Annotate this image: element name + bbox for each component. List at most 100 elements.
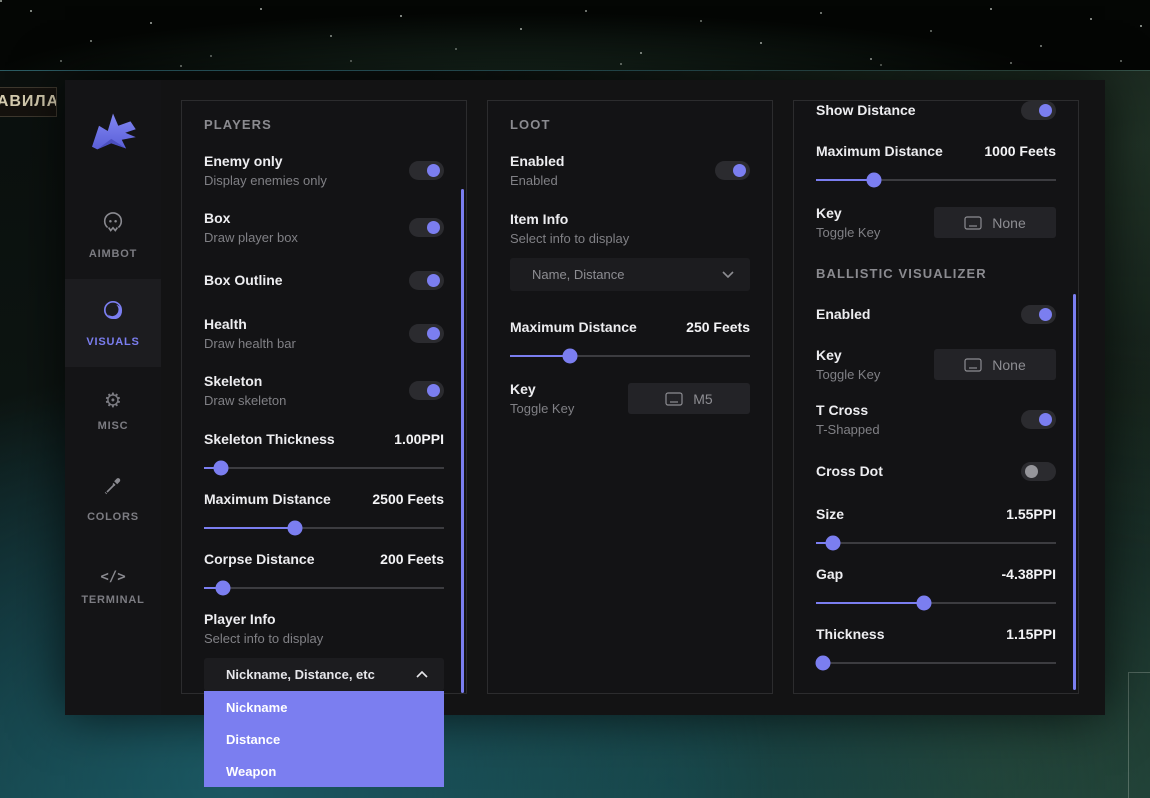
row-sublabel: Toggle Key: [816, 367, 880, 382]
ballistic-section-title: BALLISTIC VISUALIZER: [816, 266, 1056, 281]
row-label: Box: [204, 210, 298, 226]
slider-value: 1.00PPI: [394, 431, 444, 447]
box-toggle[interactable]: [409, 218, 444, 237]
row-label: Skeleton: [204, 373, 286, 389]
distance-max-slider[interactable]: [816, 179, 1056, 181]
ballistic-key-button[interactable]: None: [934, 349, 1056, 380]
box-row: Box Draw player box: [204, 208, 444, 246]
players-card-title: PLAYERS: [204, 117, 444, 132]
box-outline-row: Box Outline: [204, 265, 444, 295]
slider-value: 2500 Feets: [372, 491, 444, 507]
starfield-background: [0, 0, 1150, 70]
loot-enabled-toggle[interactable]: [715, 161, 750, 180]
wolf-logo-icon: [85, 105, 141, 157]
row-sublabel: Select info to display: [204, 631, 444, 646]
sidebar-item-colors[interactable]: COLORS: [65, 455, 161, 543]
keyboard-icon: [964, 216, 982, 230]
aimbot-bot-icon: [101, 210, 125, 239]
size-slider[interactable]: [816, 542, 1056, 544]
dropdown-option-weapon[interactable]: Weapon: [204, 755, 444, 787]
t-cross-toggle[interactable]: [1021, 410, 1056, 429]
skeleton-thickness-slider[interactable]: [204, 467, 444, 469]
slider-thumb[interactable]: [825, 536, 840, 551]
dropdown-option-nickname[interactable]: Nickname: [204, 691, 444, 723]
sidebar-item-label: VISUALS: [86, 336, 139, 348]
loot-card: LOOT Enabled Enabled Item Info Select in…: [487, 100, 773, 694]
ballistic-enabled-row: Enabled: [816, 299, 1056, 329]
ballistic-key-row: Key Toggle Key None: [816, 347, 1056, 382]
corpse-distance-slider[interactable]: [204, 587, 444, 589]
enemy-only-toggle[interactable]: [409, 161, 444, 180]
visualizer-scrollbar[interactable]: [1073, 294, 1076, 690]
key-button-label: None: [992, 215, 1025, 231]
distance-key-row: Key Toggle Key None: [816, 205, 1056, 240]
show-distance-toggle[interactable]: [1021, 101, 1056, 120]
player-info-dropdown: Nickname Distance Weapon: [204, 691, 444, 787]
row-label: Key: [510, 381, 574, 397]
sidebar-item-visuals[interactable]: VISUALS: [65, 279, 161, 367]
sidebar-item-aimbot[interactable]: AIMBOT: [65, 191, 161, 279]
dropdown-option-distance[interactable]: Distance: [204, 723, 444, 755]
health-toggle[interactable]: [409, 324, 444, 343]
player-info-select[interactable]: Nickname, Distance, etc: [204, 658, 444, 691]
toggle-knob: [427, 164, 440, 177]
slider-label: Gap: [816, 566, 843, 582]
loot-max-distance-slider[interactable]: [510, 355, 750, 357]
thickness-slider[interactable]: [816, 662, 1056, 664]
toggle-knob: [427, 274, 440, 287]
row-label: Health: [204, 316, 296, 332]
select-value: Nickname, Distance, etc: [226, 667, 375, 682]
game-hud-label: АВИЛА: [0, 87, 57, 117]
toggle-knob: [427, 221, 440, 234]
slider-thumb[interactable]: [866, 173, 881, 188]
item-info-label-block: Item Info Select info to display: [510, 211, 750, 246]
row-sublabel: Draw player box: [204, 230, 298, 245]
players-scrollbar[interactable]: [461, 189, 464, 693]
slider-thumb[interactable]: [213, 461, 228, 476]
corpse-distance-group: Corpse Distance 200 Feets: [204, 551, 444, 589]
sidebar-item-label: COLORS: [87, 511, 139, 523]
item-info-select[interactable]: Name, Distance: [510, 258, 750, 291]
screen: АВИЛА: [0, 0, 1150, 798]
slider-value: -4.38PPI: [1002, 566, 1056, 582]
gap-slider[interactable]: [816, 602, 1056, 604]
skeleton-toggle[interactable]: [409, 381, 444, 400]
slider-value: 250 Feets: [686, 319, 750, 335]
players-card: PLAYERS Enemy only Display enemies only …: [181, 100, 467, 694]
loot-key-button[interactable]: M5: [628, 383, 750, 414]
player-info-label-block: Player Info Select info to display: [204, 611, 444, 646]
sidebar-item-terminal[interactable]: </> TERMINAL: [65, 543, 161, 631]
thickness-group: Thickness 1.15PPI: [816, 626, 1056, 664]
gap-group: Gap -4.38PPI: [816, 566, 1056, 604]
players-max-distance-group: Maximum Distance 2500 Feets: [204, 491, 444, 529]
colors-eyedropper-icon: [102, 475, 124, 502]
loot-card-title: LOOT: [510, 117, 750, 132]
settings-content: PLAYERS Enemy only Display enemies only …: [161, 80, 1105, 715]
row-label: Key: [816, 347, 880, 363]
size-group: Size 1.55PPI: [816, 506, 1056, 544]
toggle-knob: [733, 164, 746, 177]
loot-key-row: Key Toggle Key M5: [510, 381, 750, 416]
slider-thumb[interactable]: [563, 349, 578, 364]
distance-key-button[interactable]: None: [934, 207, 1056, 238]
ballistic-enabled-toggle[interactable]: [1021, 305, 1056, 324]
t-cross-row: T Cross T-Shapped: [816, 400, 1056, 438]
row-sublabel: Draw skeleton: [204, 393, 286, 408]
slider-label: Maximum Distance: [204, 491, 331, 507]
row-label: Item Info: [510, 211, 750, 227]
key-button-label: None: [992, 357, 1025, 373]
box-outline-toggle[interactable]: [409, 271, 444, 290]
slider-thumb[interactable]: [816, 656, 831, 671]
sidebar: AIMBOT VISUALS ⚙ MISC: [65, 80, 161, 715]
sidebar-item-label: MISC: [98, 420, 129, 432]
key-button-label: M5: [693, 391, 712, 407]
players-max-distance-slider[interactable]: [204, 527, 444, 529]
sidebar-item-label: TERMINAL: [81, 594, 144, 606]
player-info-select-wrap: Nickname, Distance, etc Nickname Distanc…: [204, 658, 444, 691]
slider-thumb[interactable]: [216, 581, 231, 596]
visuals-moon-icon: [101, 298, 125, 327]
slider-thumb[interactable]: [288, 521, 303, 536]
sidebar-item-misc[interactable]: ⚙ MISC: [65, 367, 161, 455]
slider-thumb[interactable]: [917, 596, 932, 611]
cross-dot-toggle[interactable]: [1021, 462, 1056, 481]
